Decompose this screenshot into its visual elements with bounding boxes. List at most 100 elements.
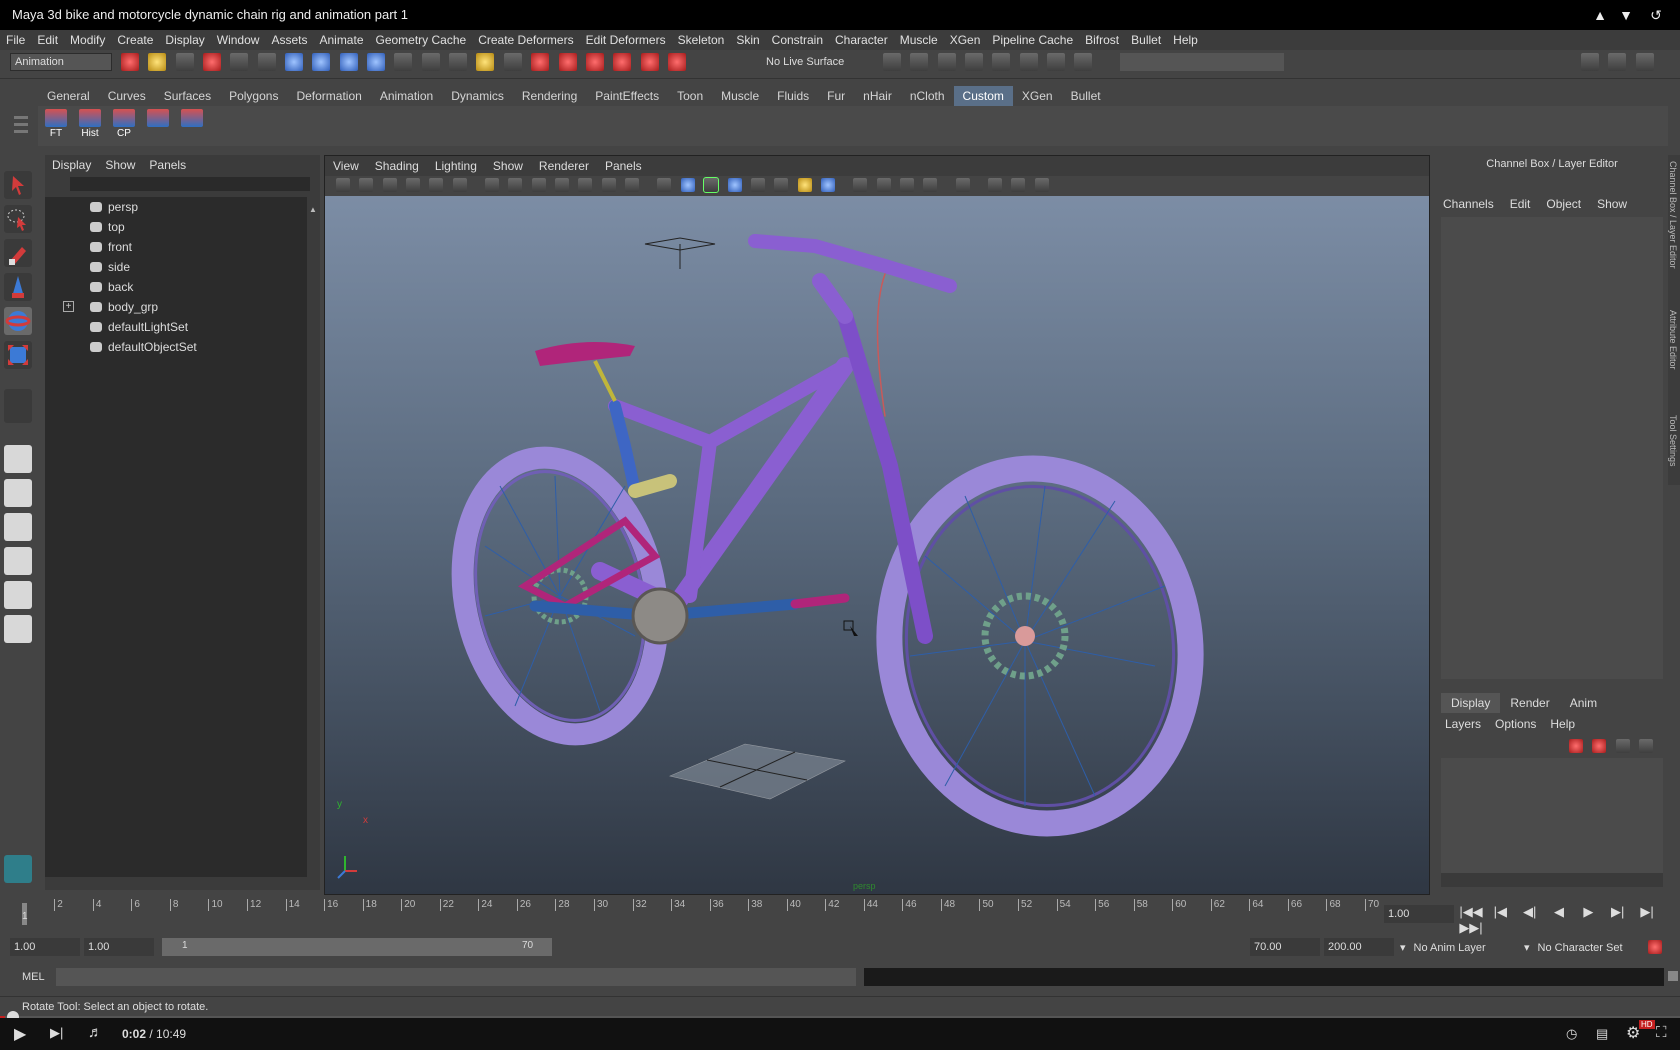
select-tool-icon[interactable] — [4, 171, 32, 199]
last-tool-icon[interactable] — [4, 389, 32, 423]
volume-icon[interactable]: ♬ — [88, 1024, 103, 1041]
viewport-menu-renderer[interactable]: Renderer — [531, 156, 597, 176]
default-material-icon[interactable] — [727, 177, 742, 192]
menu-create[interactable]: Create — [111, 30, 159, 50]
next-video-icon[interactable]: ▶| — [50, 1025, 63, 1041]
xray-components-icon[interactable] — [1011, 177, 1026, 192]
settings-icon[interactable] — [1074, 53, 1093, 71]
shelf-button-brush[interactable] — [144, 109, 172, 143]
lasso-tool-icon[interactable] — [4, 205, 32, 233]
textured-icon[interactable] — [774, 177, 789, 192]
render-view-icon[interactable] — [640, 53, 659, 71]
shelf-tab-fur[interactable]: Fur — [818, 86, 854, 106]
motion-blur-icon[interactable] — [876, 177, 891, 192]
outliner-item[interactable]: defaultLightSet — [45, 317, 307, 337]
step-back-key-icon[interactable]: ◀| — [1517, 904, 1543, 920]
key-icon[interactable] — [1648, 939, 1664, 955]
show-channel-box-icon[interactable] — [1635, 53, 1654, 71]
time-slider[interactable]: 2 4 6 8 10 12 14 16 18 20 22 24 26 28 30 32 34 36 38 40 42 44… — [10, 897, 1380, 927]
outliner-item[interactable]: defaultObjectSet — [45, 337, 307, 357]
move-layer-up-icon[interactable] — [1569, 738, 1583, 753]
single-perspective-layout-icon[interactable] — [4, 445, 32, 473]
outliner-menu-display[interactable]: Display — [52, 158, 91, 172]
history-icon[interactable] — [503, 53, 522, 71]
shelf-tab-toon[interactable]: Toon — [668, 86, 712, 106]
xray-joints-icon[interactable] — [987, 177, 1002, 192]
ambient-occlusion-icon[interactable] — [853, 177, 868, 192]
wireframe-on-shaded-icon[interactable] — [703, 176, 720, 193]
step-back-frame-icon[interactable]: |◀ — [1487, 904, 1513, 920]
menu-bifrost[interactable]: Bifrost — [1079, 30, 1125, 50]
new-layer-icon[interactable] — [1615, 738, 1630, 753]
menu-create-deformers[interactable]: Create Deformers — [472, 30, 579, 50]
four-view-layout-icon[interactable] — [4, 479, 32, 507]
viewport-menu-show[interactable]: Show — [485, 156, 531, 176]
select-component-icon[interactable] — [257, 53, 276, 71]
play-backwards-icon[interactable]: ◀ — [1546, 904, 1572, 920]
scale-tool-icon[interactable] — [4, 341, 32, 369]
share-icon[interactable]: ↺ — [1648, 7, 1664, 23]
side-tab-channel-box[interactable]: Channel Box / Layer Editor — [1668, 155, 1678, 269]
shelf-tab-deformation[interactable]: Deformation — [287, 86, 370, 106]
ipr-render-icon[interactable] — [558, 53, 577, 71]
persp-graph-layout-icon[interactable] — [4, 547, 32, 575]
use-all-lights-icon[interactable] — [797, 177, 812, 192]
menu-muscle[interactable]: Muscle — [894, 30, 944, 50]
shelf-button-ft[interactable]: FT — [42, 109, 70, 143]
smooth-shade-icon[interactable] — [680, 177, 695, 192]
shelf-options-icon[interactable] — [14, 112, 28, 146]
shelf-tab-ncloth[interactable]: nCloth — [901, 86, 954, 106]
snap-point-icon[interactable] — [339, 53, 358, 71]
side-tab-tool-settings[interactable]: Tool Settings — [1668, 415, 1678, 467]
outliner-item[interactable]: back — [45, 277, 307, 297]
snap-surface-icon[interactable] — [394, 53, 413, 71]
show-attribute-editor-icon[interactable] — [1608, 53, 1627, 71]
go-to-start-icon[interactable]: |◀◀ — [1458, 904, 1484, 920]
end-time-field[interactable]: 200.00 — [1324, 938, 1394, 956]
viewport-menu-shading[interactable]: Shading — [367, 156, 427, 176]
menu-pipeline-cache[interactable]: Pipeline Cache — [986, 30, 1079, 50]
viewport-menu-panels[interactable]: Panels — [597, 156, 650, 176]
anim-layer-dropdown[interactable]: ▾ No Anim Layer — [1400, 941, 1486, 954]
show-tool-settings-icon[interactable] — [1581, 53, 1599, 71]
menu-constrain[interactable]: Constrain — [766, 30, 829, 50]
quick-select-icon[interactable] — [910, 53, 929, 71]
select-camera-icon[interactable] — [336, 177, 350, 192]
outliner-item[interactable]: front — [45, 237, 307, 257]
cancel-batch-icon[interactable] — [1047, 53, 1066, 71]
outliner-item[interactable]: top — [45, 217, 307, 237]
shadows-icon[interactable] — [820, 177, 835, 192]
grease-pencil-icon[interactable] — [452, 177, 467, 192]
xray-icon[interactable] — [750, 177, 765, 192]
render-icon[interactable] — [531, 53, 550, 71]
shelf-tab-surfaces[interactable]: Surfaces — [155, 86, 220, 106]
channel-menu-show[interactable]: Show — [1597, 197, 1627, 211]
hypershade-layout-icon[interactable] — [4, 581, 32, 609]
menu-file[interactable]: File — [0, 30, 31, 50]
shelf-tab-rendering[interactable]: Rendering — [513, 86, 586, 106]
shelf-tab-xgen[interactable]: XGen — [1013, 86, 1062, 106]
move-layer-down-icon[interactable] — [1592, 738, 1607, 753]
viewport-menu-lighting[interactable]: Lighting — [427, 156, 485, 176]
batch-render-icon[interactable] — [1019, 53, 1038, 71]
shelf-button-light[interactable] — [178, 109, 206, 143]
layer-tab-display[interactable]: Display — [1441, 693, 1501, 713]
range-slider-handle[interactable]: 1 70 — [162, 938, 552, 956]
shelf-tab-animation[interactable]: Animation — [371, 86, 442, 106]
safe-title-icon[interactable] — [625, 177, 640, 192]
hypershade-icon[interactable] — [613, 53, 632, 71]
shelf-button-cp[interactable]: CP — [110, 109, 138, 143]
side-tab-attribute-editor[interactable]: Attribute Editor — [1668, 310, 1678, 370]
layer-menu-options[interactable]: Options — [1495, 717, 1536, 731]
snap-vertex-icon[interactable] — [421, 53, 440, 71]
scroll-up-icon[interactable]: ▲ — [309, 205, 318, 214]
character-set-dropdown[interactable]: ▾ No Character Set — [1524, 941, 1623, 954]
captions-icon[interactable]: ▤ — [1596, 1026, 1608, 1042]
menu-modify[interactable]: Modify — [64, 30, 111, 50]
menu-help[interactable]: Help — [1167, 30, 1204, 50]
viewport-scene[interactable]: y x persp — [325, 196, 1429, 894]
outliner-item[interactable]: persp — [45, 197, 307, 217]
viewport-menu-view[interactable]: View — [325, 156, 367, 176]
select-hierarchy-icon[interactable] — [203, 53, 222, 71]
new-layer-selected-icon[interactable] — [1639, 738, 1654, 753]
